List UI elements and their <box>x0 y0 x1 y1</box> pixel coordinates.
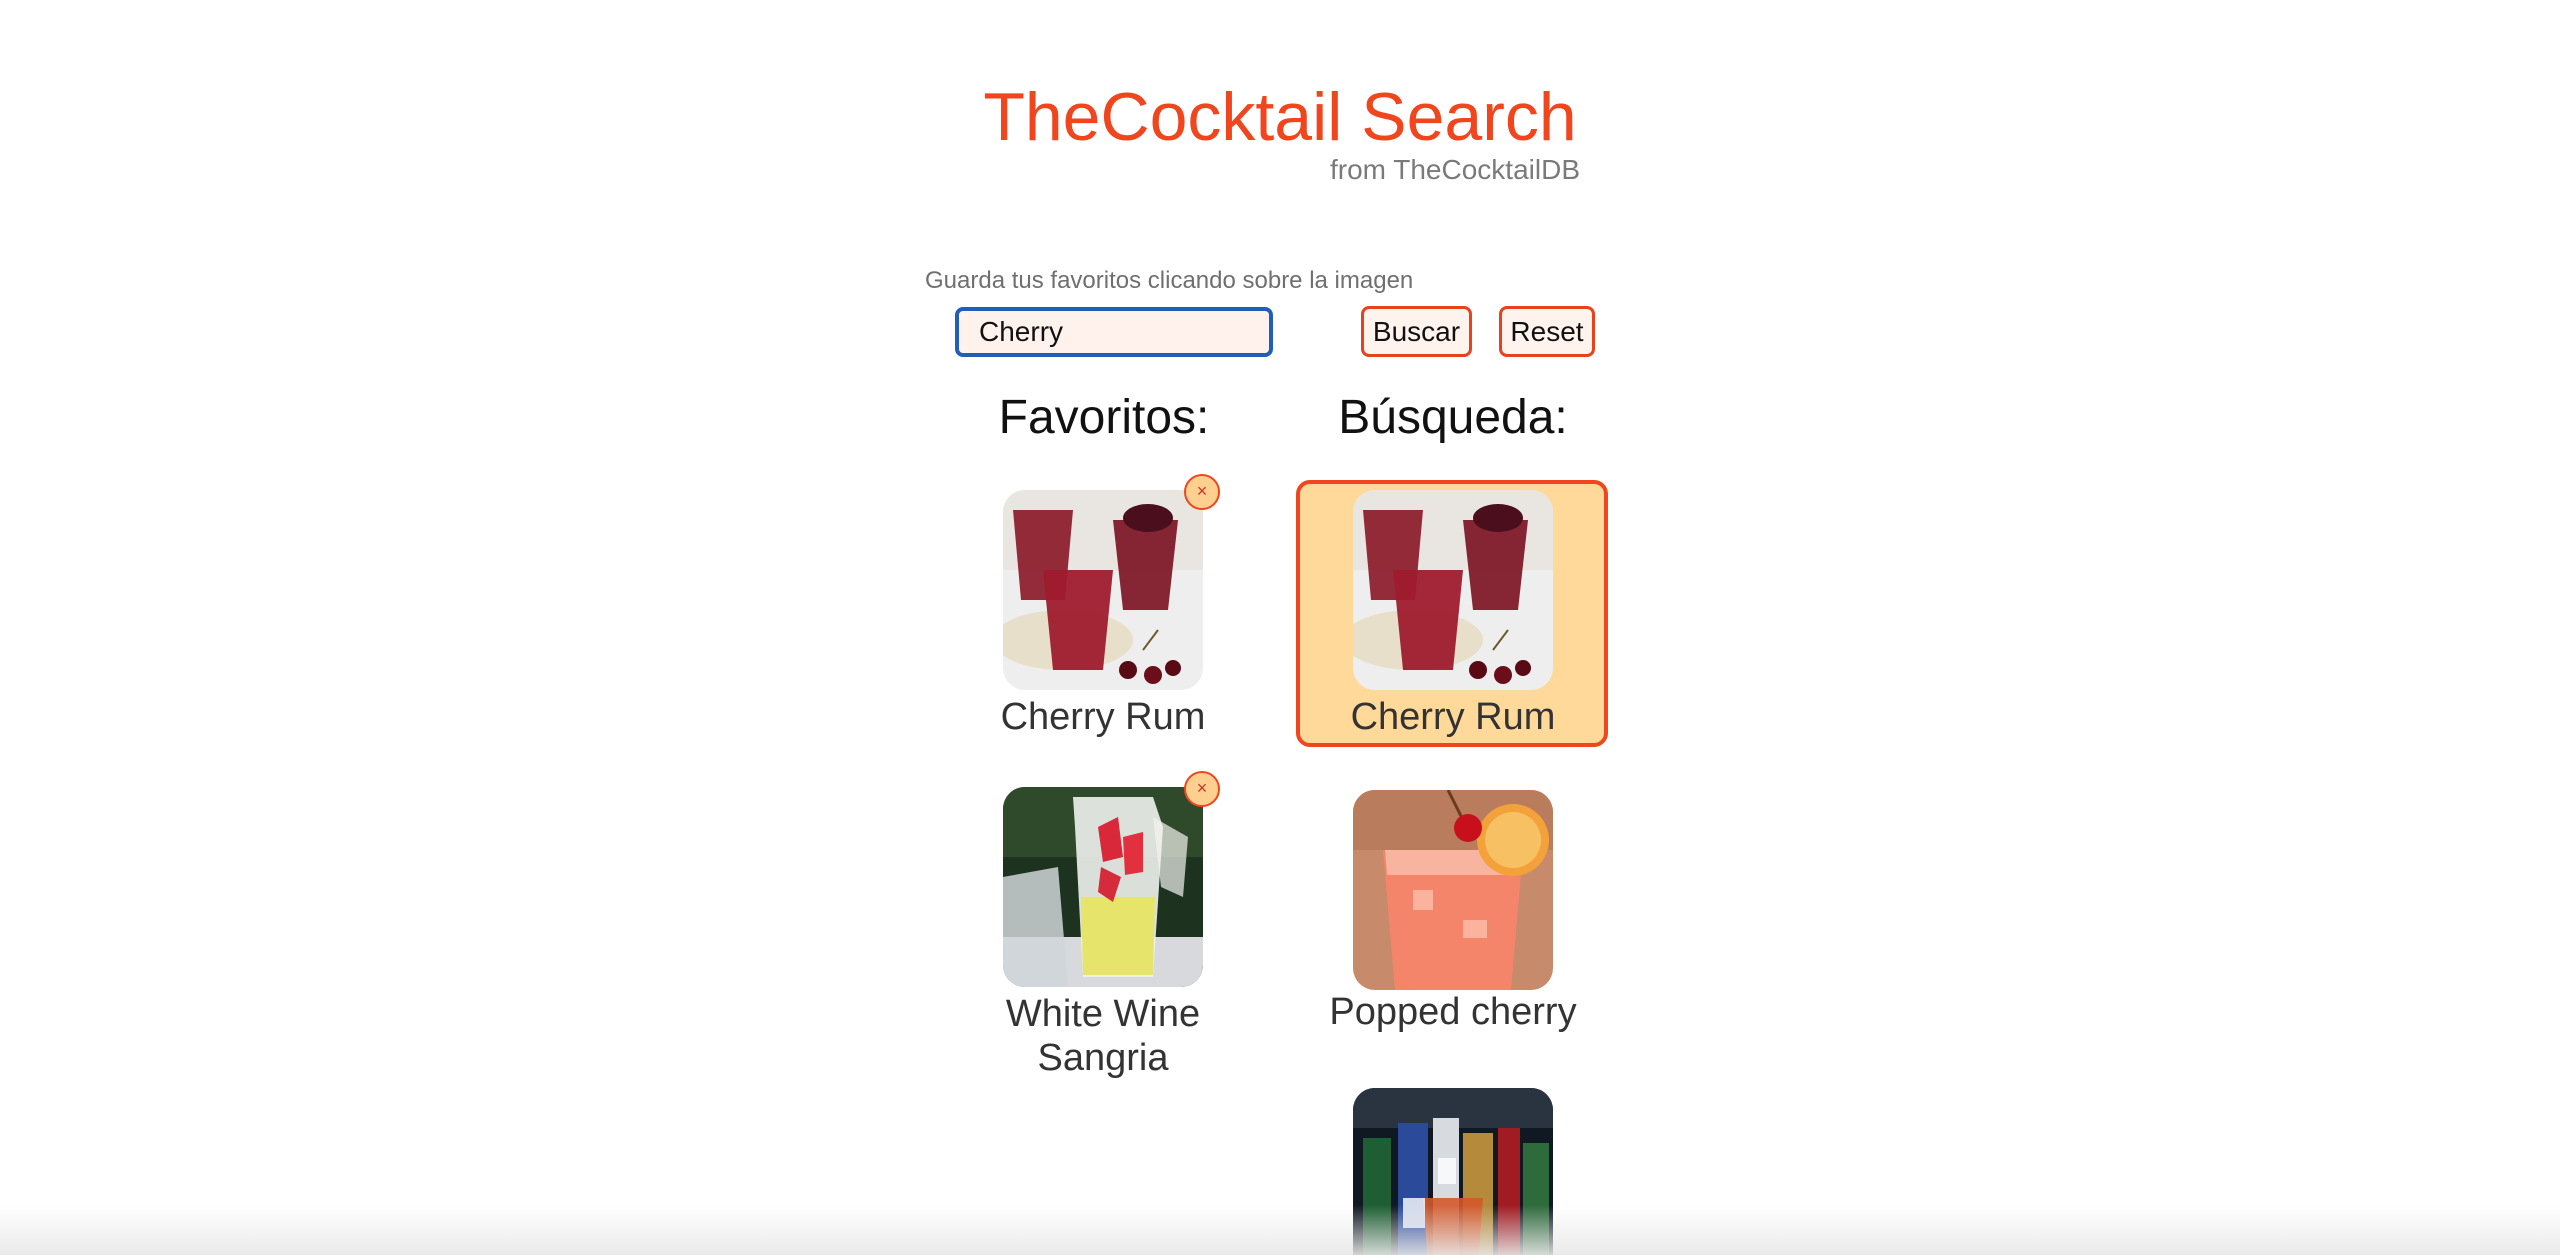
remove-favorite-icon[interactable]: × <box>1184 771 1220 807</box>
search-button[interactable]: Buscar <box>1361 306 1472 357</box>
remove-favorite-icon[interactable]: × <box>1184 474 1220 510</box>
page: TheCocktail Search from TheCocktailDB Gu… <box>0 0 2560 1255</box>
favorite-name: White Wine Sangria <box>1005 993 1201 1079</box>
favorite-name: Cherry Rum <box>1000 696 1206 738</box>
page-title: TheCocktail Search <box>983 79 1577 155</box>
cocktail-image[interactable] <box>1353 490 1553 690</box>
result-card[interactable]: Cherry Rum <box>1351 490 1555 740</box>
bottom-fade <box>0 1205 2560 1255</box>
favorites-heading: Favoritos: <box>998 391 1210 444</box>
favorites-hint: Guarda tus favoritos clicando sobre la i… <box>925 267 1414 294</box>
favorite-card[interactable]: × White Wine Sangria <box>1003 771 1220 1087</box>
result-name: Cherry Rum <box>1350 696 1556 738</box>
cocktail-image[interactable] <box>1003 787 1203 987</box>
result-card[interactable]: Popped cherry <box>1329 790 1577 1040</box>
search-input[interactable] <box>955 307 1273 357</box>
result-name: Popped cherry <box>1329 991 1577 1033</box>
results-heading: Búsqueda: <box>1338 391 1568 444</box>
reset-button[interactable]: Reset <box>1499 306 1595 357</box>
cocktail-image[interactable] <box>1003 490 1203 690</box>
page-subtitle: from TheCocktailDB <box>1329 154 1580 185</box>
cocktail-image[interactable] <box>1353 790 1553 990</box>
favorite-card[interactable]: × Cherry Rum <box>1001 474 1220 740</box>
